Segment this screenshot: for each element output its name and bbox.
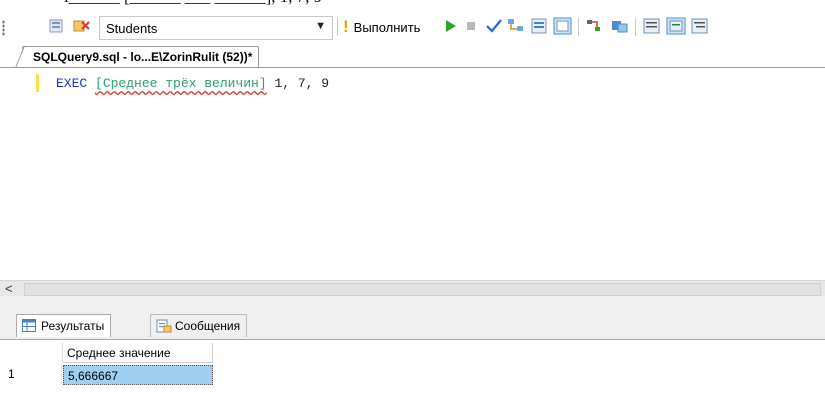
horizontal-scrollbar[interactable]: < (0, 280, 825, 296)
grid-icon (22, 319, 36, 332)
tab-messages-label: Сообщения (175, 319, 241, 333)
chevron-down-icon: ▼ (315, 20, 326, 32)
clipped-text-strip: l______ [______ ___ ______], 1, 7, 9 (0, 0, 825, 6)
parse-check-icon[interactable] (484, 17, 504, 35)
query-design-icon[interactable] (506, 17, 526, 35)
execute-label: Выполнить (353, 19, 421, 35)
grid-corner[interactable] (2, 343, 63, 363)
query-options-icon[interactable] (48, 17, 68, 35)
query-editor[interactable]: EXEC [Среднее трёх величин] 1, 7, 9 (0, 68, 825, 280)
change-connection-icon[interactable] (72, 17, 92, 35)
toolbar: Students ▼ ! Выполнить (0, 8, 825, 44)
messages-icon (156, 319, 172, 333)
procedure-name: [Среднее трёх величин] (95, 76, 267, 91)
tab-results-label: Результаты (41, 319, 105, 333)
query-line[interactable]: EXEC [Среднее трёх величин] 1, 7, 9 (56, 76, 329, 91)
tab-sqlquery9[interactable]: SQLQuery9.sql - lo...E\ZorinRulit (52))* (22, 46, 260, 68)
column-header[interactable]: Среднее значение (63, 343, 213, 363)
toolbar-separator (635, 18, 636, 36)
toolbar-separator (578, 18, 579, 36)
stop-icon[interactable] (462, 17, 482, 35)
scrollbar-thumb[interactable] (24, 283, 821, 296)
database-select[interactable]: Students ▼ (99, 16, 333, 40)
document-tab-strip: SQLQuery9.sql - lo...E\ZorinRulit (52))* (0, 44, 825, 68)
results-to-grid-icon[interactable] (553, 17, 573, 35)
scroll-left-icon[interactable]: < (5, 281, 13, 296)
database-select-value: Students (106, 21, 158, 36)
result-cell[interactable]: 5,666667 (63, 365, 213, 385)
results-tab-strip: Результаты Сообщения (0, 296, 825, 342)
uncomment-lines-icon[interactable] (666, 17, 686, 35)
results-grid[interactable]: Среднее значение 1 5,666667 (0, 340, 825, 405)
toolbar-separator (337, 18, 338, 36)
tab-messages[interactable]: Сообщения (150, 314, 248, 337)
comment-lines-icon[interactable] (642, 17, 662, 35)
client-statistics-icon[interactable] (610, 17, 630, 35)
tab-title: SQLQuery9.sql - lo...E\ZorinRulit (52))* (33, 50, 253, 64)
results-to-text-icon[interactable] (530, 17, 550, 35)
toolbar-grip[interactable] (2, 20, 5, 36)
changed-line-marker (36, 74, 39, 92)
debug-play-icon[interactable] (441, 17, 461, 35)
sql-keyword: EXEC (56, 76, 88, 91)
indent-icon[interactable] (690, 17, 710, 35)
procedure-args: 1, 7, 9 (266, 76, 330, 91)
exclamation-icon: ! (343, 17, 349, 36)
row-number[interactable]: 1 (2, 364, 62, 384)
tab-results[interactable]: Результаты (16, 314, 112, 337)
execute-button[interactable]: ! Выполнить (343, 16, 420, 38)
include-actual-plan-icon[interactable] (585, 17, 605, 35)
